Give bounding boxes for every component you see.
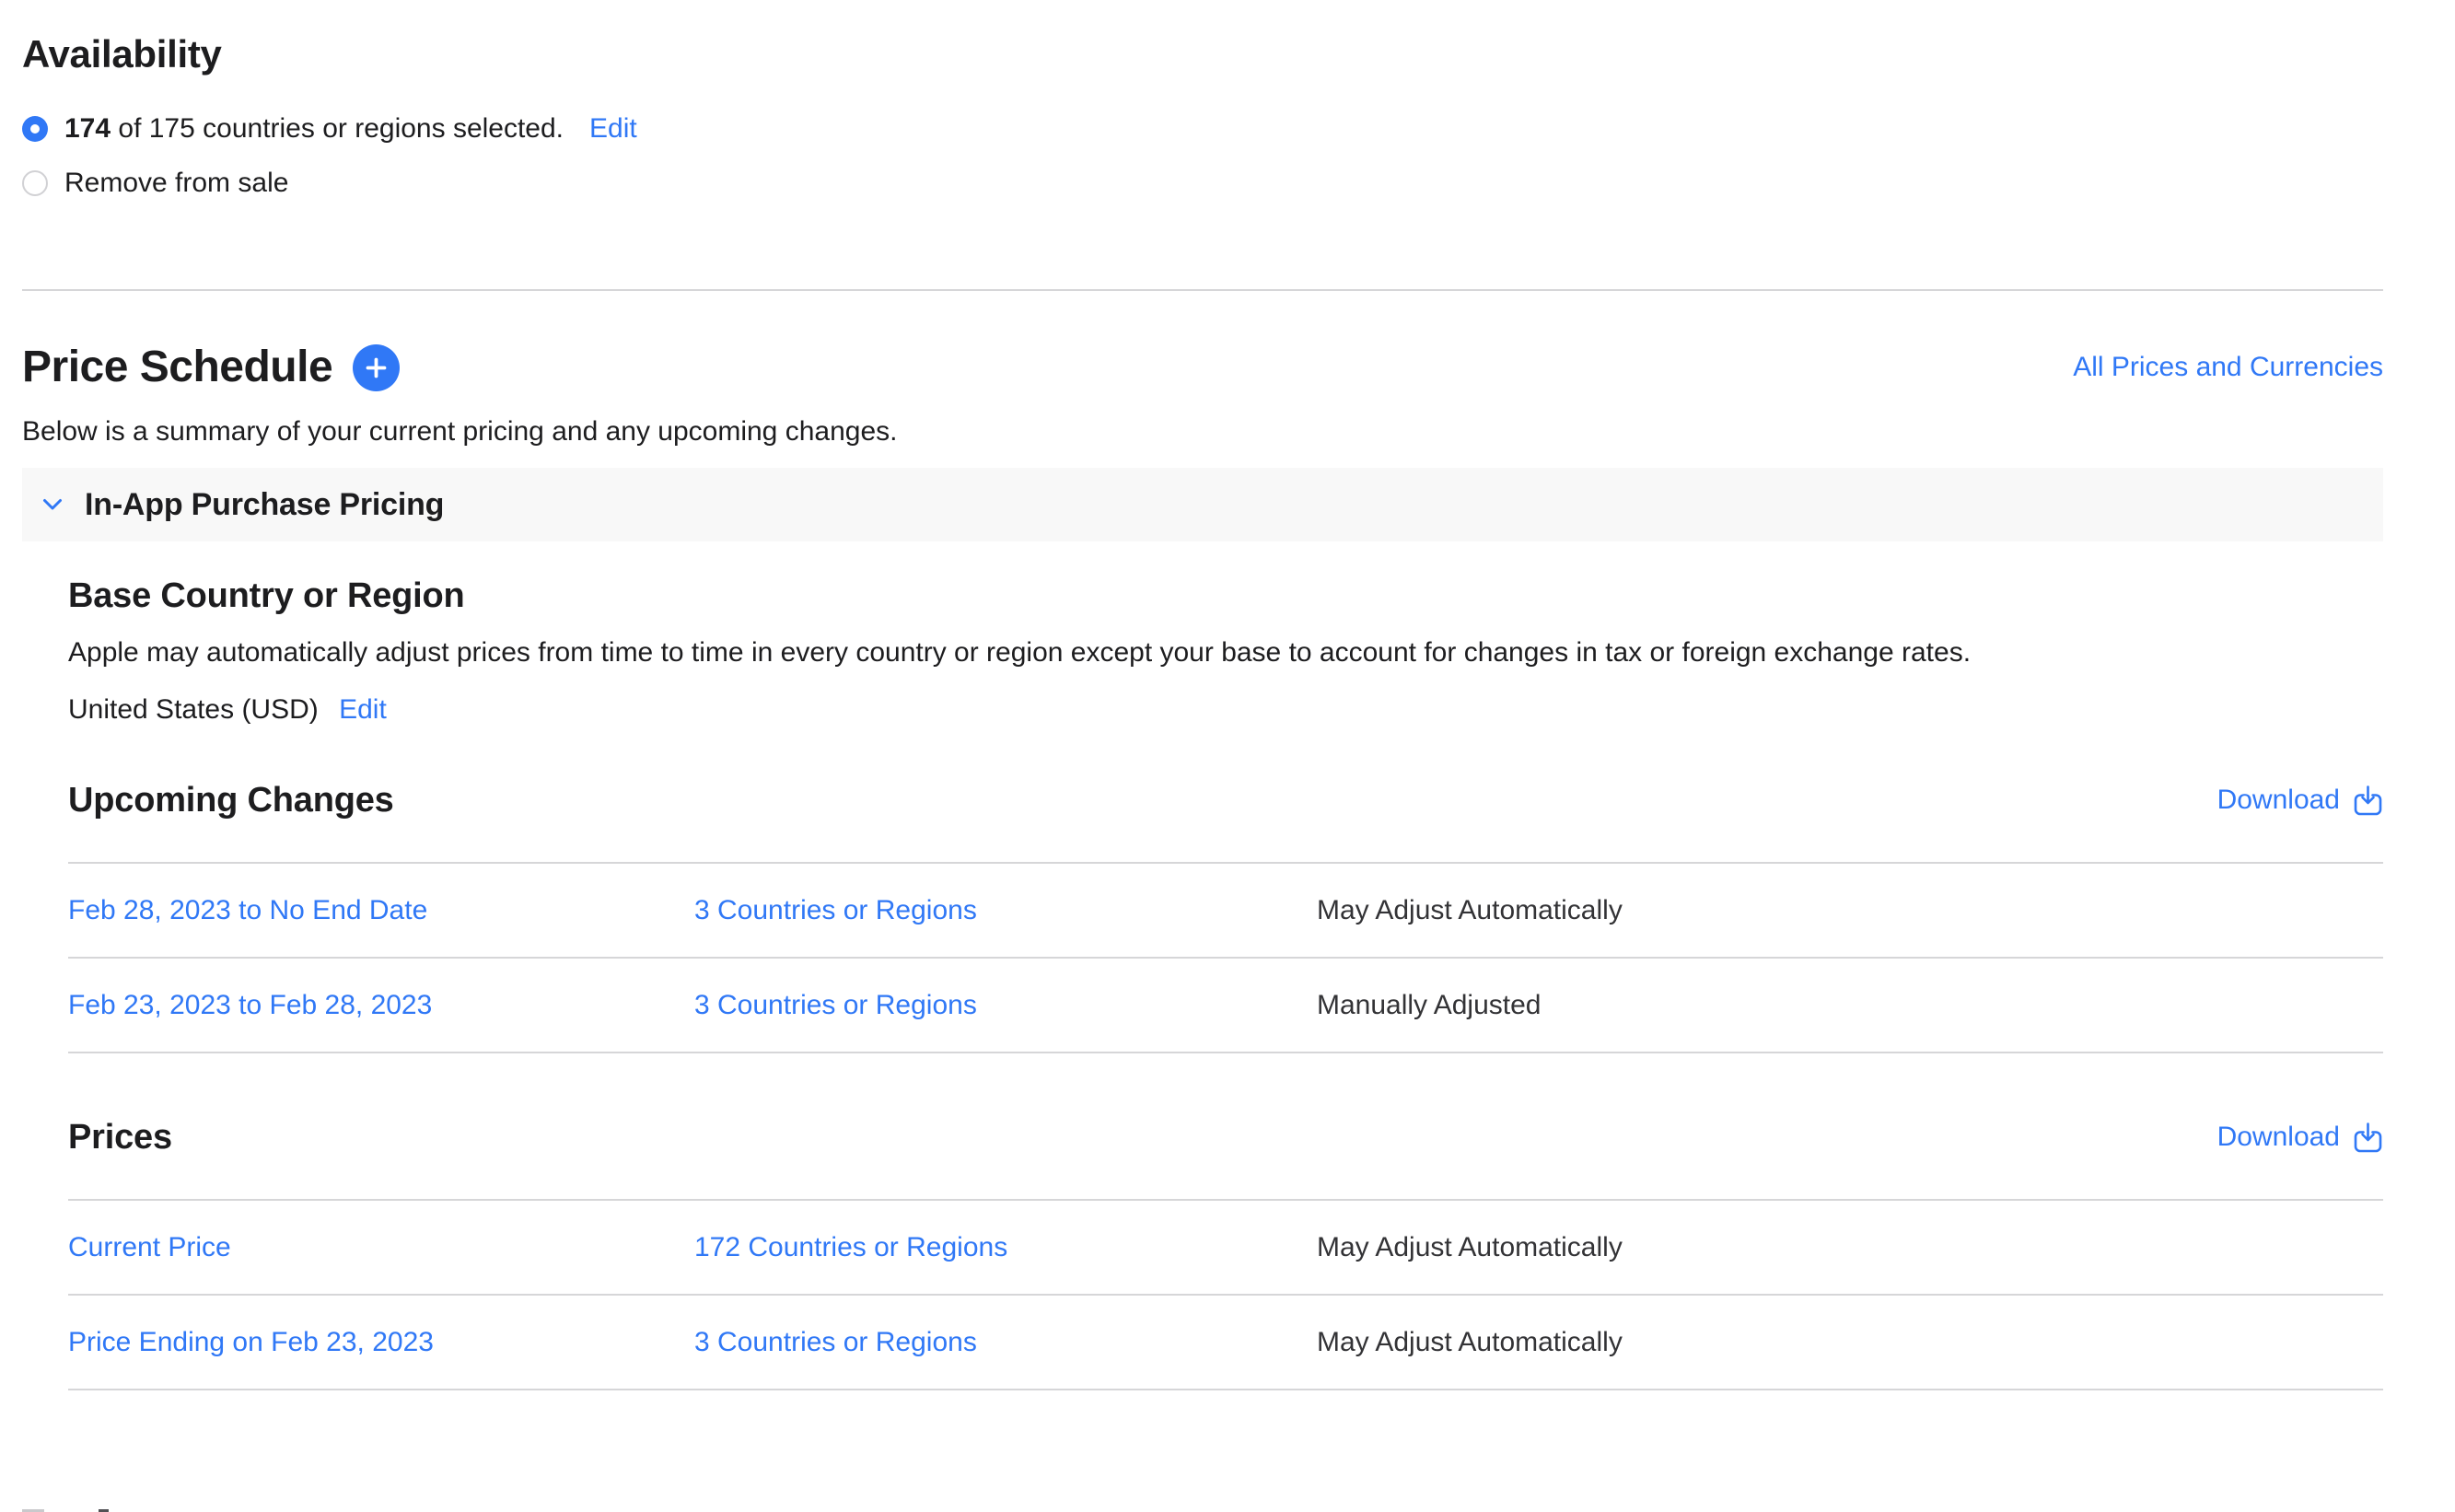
availability-section: Availability 174 of 175 countries or reg… <box>22 31 2383 202</box>
prices-download-button[interactable]: Download <box>2217 1121 2383 1154</box>
availability-edit-link[interactable]: Edit <box>589 110 637 147</box>
all-prices-link[interactable]: All Prices and Currencies <box>2073 351 2383 384</box>
table-row: Feb 23, 2023 to Feb 28, 2023 3 Countries… <box>68 959 2383 1053</box>
plus-icon <box>364 355 389 380</box>
price-schedule-summary: Below is a summary of your current prici… <box>22 414 2383 449</box>
prices-title: Prices <box>68 1116 172 1158</box>
price-schedule-header: Price Schedule All Prices and Currencies <box>22 341 2383 394</box>
base-country-title: Base Country or Region <box>68 575 2383 617</box>
chevron-down-icon[interactable] <box>42 498 63 511</box>
price-schedule-title: Price Schedule <box>22 341 332 394</box>
radio-selected-icon[interactable] <box>22 116 48 142</box>
table-row: Price Ending on Feb 23, 2023 3 Countries… <box>68 1296 2383 1390</box>
add-price-button[interactable] <box>353 344 400 391</box>
availability-selected-label: 174 of 175 countries or regions selected… <box>64 110 564 147</box>
selected-count: 174 <box>64 113 111 144</box>
base-country-value: United States (USD) <box>68 694 319 725</box>
row-countries-link[interactable]: 172 Countries or Regions <box>694 1230 1317 1265</box>
download-label: Download <box>2217 1121 2340 1154</box>
remove-from-sale-label: Remove from sale <box>64 165 288 202</box>
download-label: Download <box>2217 784 2340 817</box>
section-divider <box>22 289 2383 291</box>
upcoming-changes-table: Feb 28, 2023 to No End Date 3 Countries … <box>68 862 2383 1053</box>
row-adjustment-label: May Adjust Automatically <box>1317 893 2383 928</box>
row-period-link[interactable]: Feb 28, 2023 to No End Date <box>68 893 694 928</box>
iap-pricing-title: In-App Purchase Pricing <box>85 487 444 523</box>
row-period-link[interactable]: Current Price <box>68 1230 694 1265</box>
availability-option-selected[interactable]: 174 of 175 countries or regions selected… <box>22 110 2383 147</box>
availability-option-remove[interactable]: Remove from sale <box>22 165 2383 202</box>
row-countries-link[interactable]: 3 Countries or Regions <box>694 893 1317 928</box>
price-schedule-section: Price Schedule All Prices and Currencies… <box>22 341 2383 1390</box>
radio-unselected-icon[interactable] <box>22 170 48 196</box>
selected-text: of 175 countries or regions selected. <box>111 113 564 144</box>
table-row: Feb 28, 2023 to No End Date 3 Countries … <box>68 864 2383 959</box>
prices-table: Current Price 172 Countries or Regions M… <box>68 1199 2383 1390</box>
availability-title: Availability <box>22 31 2383 77</box>
row-adjustment-label: May Adjust Automatically <box>1317 1230 2383 1265</box>
upcoming-changes-title: Upcoming Changes <box>68 779 394 821</box>
row-countries-link[interactable]: 3 Countries or Regions <box>694 988 1317 1023</box>
iap-pricing-content: Base Country or Region Apple may automat… <box>22 575 2383 1390</box>
row-adjustment-label: Manually Adjusted <box>1317 988 2383 1023</box>
iap-pricing-toggle[interactable]: In-App Purchase Pricing <box>22 468 2383 541</box>
base-country-description: Apple may automatically adjust prices fr… <box>68 635 2383 670</box>
upcoming-changes-header: Upcoming Changes Download <box>68 779 2383 821</box>
row-adjustment-label: May Adjust Automatically <box>1317 1325 2383 1360</box>
table-row: Current Price 172 Countries or Regions M… <box>68 1201 2383 1296</box>
pricing-page: Availability 174 of 175 countries or reg… <box>0 31 2455 1390</box>
download-icon <box>2353 1122 2383 1154</box>
prices-header: Prices Download <box>68 1116 2383 1158</box>
download-icon <box>2353 785 2383 817</box>
row-period-link[interactable]: Price Ending on Feb 23, 2023 <box>68 1325 694 1360</box>
base-country-edit-link[interactable]: Edit <box>339 694 387 725</box>
upcoming-changes-download-button[interactable]: Download <box>2217 784 2383 817</box>
row-countries-link[interactable]: 3 Countries or Regions <box>694 1325 1317 1360</box>
base-country-row: United States (USD) Edit <box>68 692 2383 727</box>
row-period-link[interactable]: Feb 23, 2023 to Feb 28, 2023 <box>68 988 694 1023</box>
